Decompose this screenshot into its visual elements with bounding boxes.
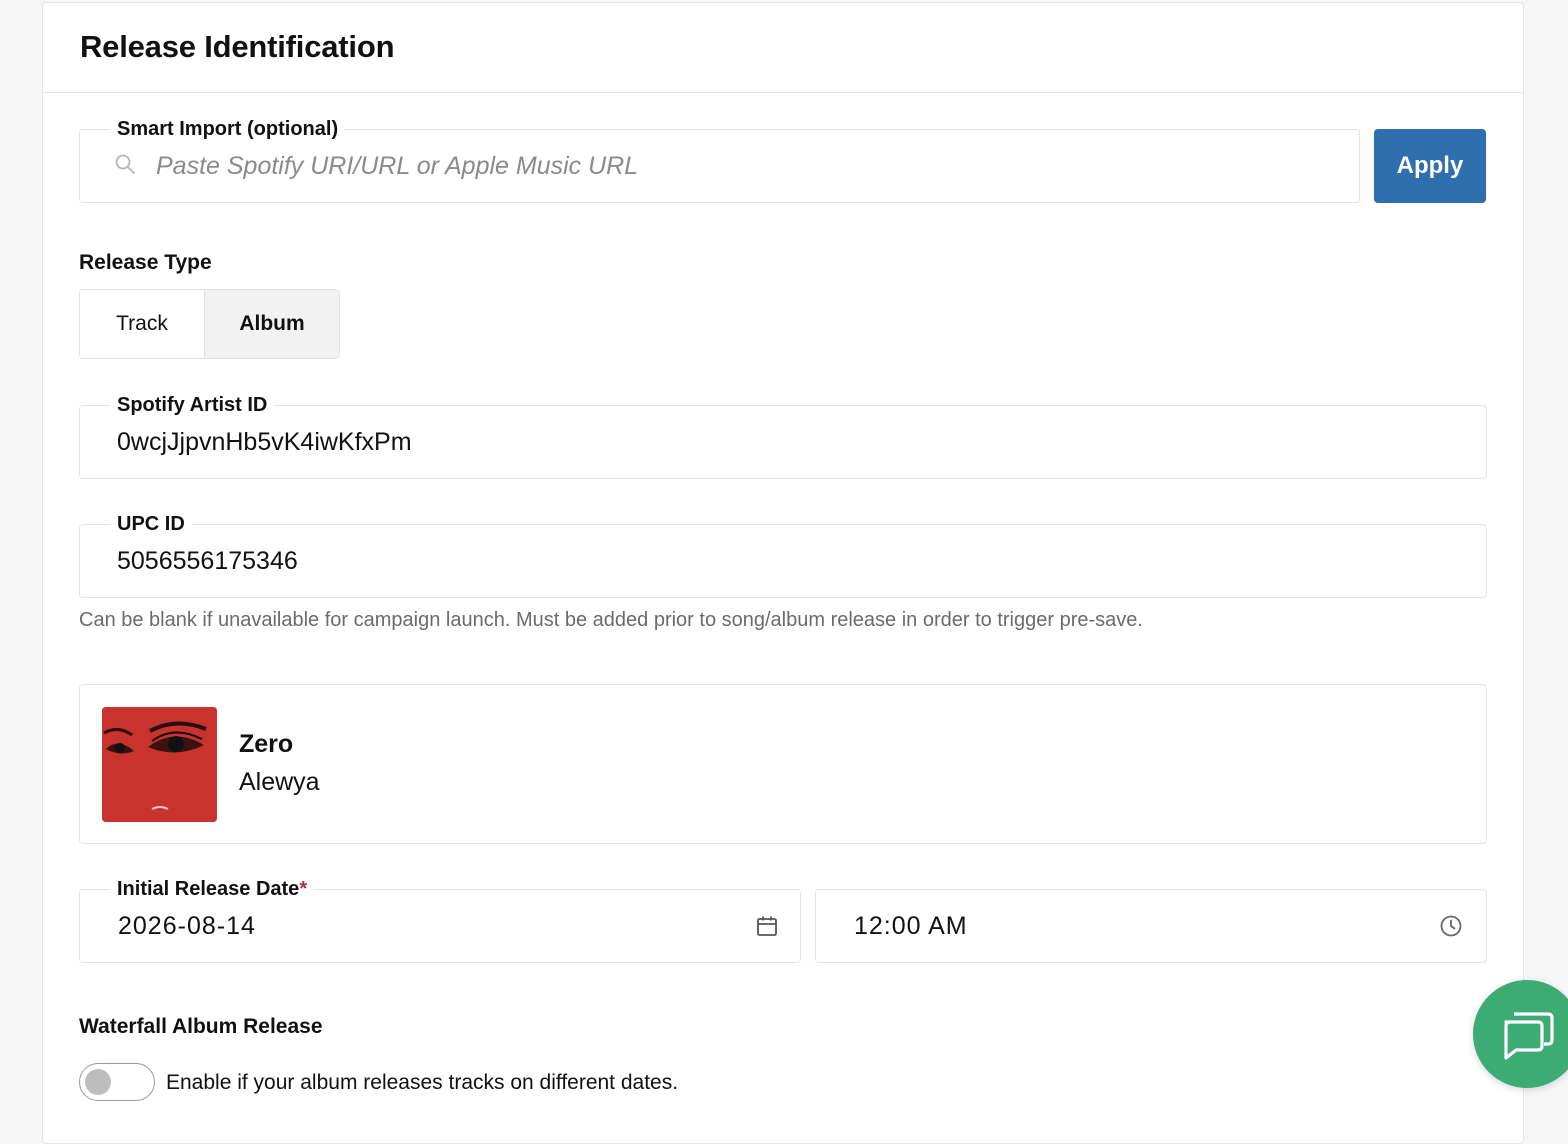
album-cover	[102, 707, 217, 822]
chat-bubbles-icon	[1504, 1012, 1554, 1060]
release-artist: Alewya	[239, 768, 320, 796]
release-time-field: 12:00 AM	[815, 889, 1487, 963]
waterfall-label: Waterfall Album Release	[79, 1015, 323, 1038]
clock-icon[interactable]	[1439, 914, 1463, 938]
album-cover-art	[102, 707, 217, 822]
calendar-icon[interactable]	[755, 914, 779, 938]
upc-id-label: UPC ID	[110, 511, 192, 537]
release-type-toggle: Track Album	[79, 289, 340, 359]
release-type-album-option[interactable]: Album	[205, 290, 339, 358]
release-time-input[interactable]: 12:00 AM	[854, 912, 968, 941]
waterfall-toggle-label: Enable if your album releases tracks on …	[166, 1071, 679, 1094]
required-asterisk: *	[299, 878, 308, 900]
upc-helper-text: Can be blank if unavailable for campaign…	[79, 609, 1143, 631]
spotify-artist-id-input[interactable]: 0wcjJjpvnHb5vK4iwKfxPm	[117, 428, 412, 457]
smart-import-input[interactable]	[156, 150, 1336, 182]
search-icon	[115, 154, 135, 174]
upc-id-field: UPC ID 5056556175346	[79, 511, 1487, 598]
toggle-knob	[85, 1069, 111, 1095]
card-header: Release Identification	[43, 3, 1523, 93]
release-date-label: Initial Release Date*	[110, 876, 315, 902]
release-title: Zero	[239, 730, 294, 758]
release-date-label-text: Initial Release Date	[117, 878, 300, 900]
spotify-artist-id-label: Spotify Artist ID	[110, 392, 275, 418]
upc-id-input[interactable]: 5056556175346	[117, 547, 298, 576]
release-date-field: Initial Release Date* 2026-08-14	[79, 876, 801, 963]
spotify-artist-id-field: Spotify Artist ID 0wcjJjpvnHb5vK4iwKfxPm	[79, 392, 1487, 479]
apply-button[interactable]: Apply	[1374, 129, 1486, 203]
release-type-track-option[interactable]: Track	[80, 290, 205, 358]
release-date-input[interactable]: 2026-08-14	[118, 912, 256, 941]
release-preview-card: Zero Alewya	[79, 684, 1487, 844]
release-type-label: Release Type	[79, 251, 212, 274]
waterfall-toggle[interactable]	[79, 1063, 155, 1101]
smart-import-label: Smart Import (optional)	[110, 116, 346, 142]
page-title: Release Identification	[80, 29, 395, 64]
smart-import-field: Smart Import (optional)	[79, 116, 1360, 203]
